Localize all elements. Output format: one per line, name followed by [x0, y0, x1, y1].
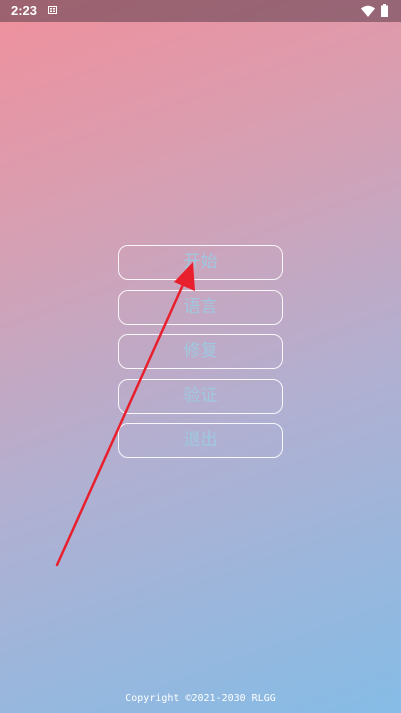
start-button[interactable]: 开始 [118, 245, 283, 280]
main-menu: 开始 语言 修复 验证 退出 [118, 245, 283, 468]
verify-button[interactable]: 验证 [118, 378, 283, 414]
status-time: 2:23 [11, 3, 38, 18]
language-button[interactable]: 语言 [118, 289, 283, 325]
repair-button[interactable]: 修复 [118, 334, 283, 369]
notification-app-icon [48, 6, 57, 14]
battery-icon [381, 4, 388, 17]
wifi-icon [361, 5, 375, 17]
status-bar: 2:23 [0, 0, 401, 22]
exit-button[interactable]: 退出 [118, 423, 283, 458]
copyright-text: Copyright ©2021-2030 RLGG [125, 693, 276, 704]
